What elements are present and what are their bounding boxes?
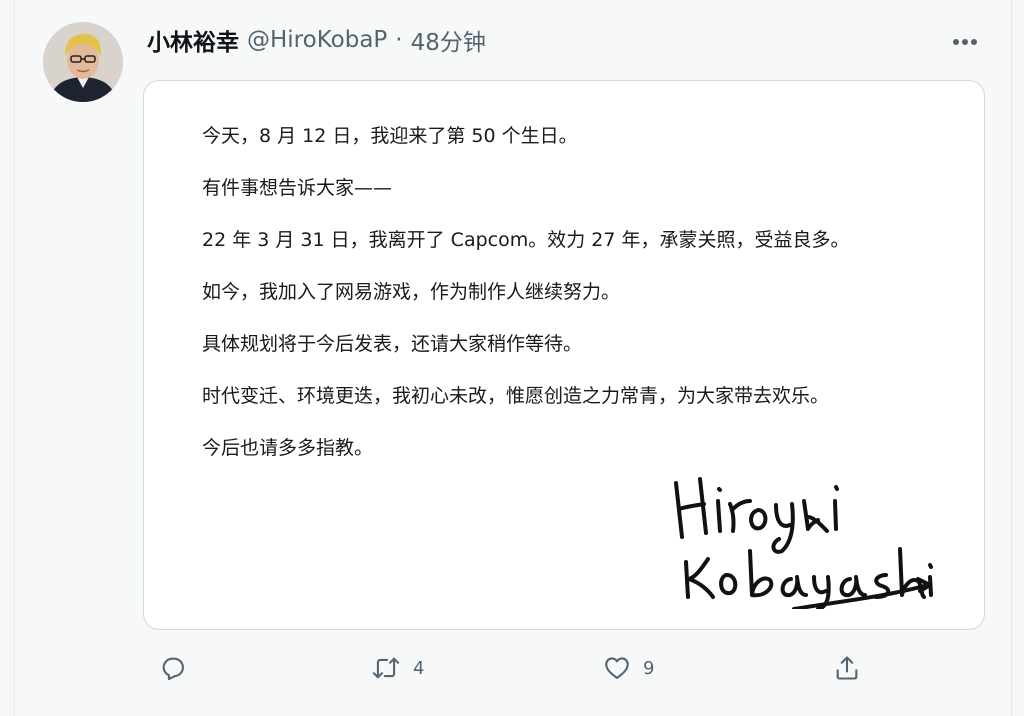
letter-line: 今后也请多多指教。 bbox=[202, 437, 374, 459]
like-count: 9 bbox=[643, 657, 655, 679]
retweet-count: 4 bbox=[413, 657, 425, 679]
separator-dot: · bbox=[395, 27, 403, 53]
retweet-icon bbox=[372, 657, 400, 679]
letter-text: 今天，8 月 12 日，我迎来了第 50 个生日。 有件事想告诉大家—— 22 … bbox=[202, 123, 962, 487]
letter-line: 时代变迁、环境更迭，我初心未改，惟愿创造之力常青，为大家带去欢乐。 bbox=[202, 385, 830, 407]
share-icon bbox=[836, 656, 858, 680]
reply-icon bbox=[162, 657, 184, 681]
avatar-image bbox=[43, 22, 123, 102]
tweet-header: 小林裕幸 @HiroKobaP · 48分钟 bbox=[147, 24, 486, 56]
letter-line: 今天，8 月 12 日，我迎来了第 50 个生日。 bbox=[202, 125, 578, 147]
avatar[interactable] bbox=[43, 22, 123, 102]
letter-line: 22 年 3 月 31 日，我离开了 Capcom。效力 27 年，承蒙关照，受… bbox=[202, 229, 850, 251]
tweet[interactable]: 小林裕幸 @HiroKobaP · 48分钟 今天，8 月 12 日，我迎来了第… bbox=[14, 0, 1012, 716]
heart-icon bbox=[605, 657, 629, 679]
letter-line: 具体规划将于今后发表，还请大家稍作等待。 bbox=[202, 333, 583, 355]
author-handle[interactable]: @HiroKobaP bbox=[247, 27, 387, 53]
letter-line: 有件事想告诉大家—— bbox=[202, 177, 393, 199]
tweet-actions-bar: 4 9 bbox=[143, 648, 983, 688]
more-options-button[interactable] bbox=[947, 28, 983, 56]
handwritten-signature bbox=[674, 477, 933, 609]
reply-button[interactable] bbox=[159, 648, 187, 688]
tweet-media-image[interactable]: 今天，8 月 12 日，我迎来了第 50 个生日。 有件事想告诉大家—— 22 … bbox=[143, 80, 985, 630]
share-button[interactable] bbox=[833, 648, 861, 688]
page: 小林裕幸 @HiroKobaP · 48分钟 今天，8 月 12 日，我迎来了第… bbox=[0, 0, 1024, 716]
letter-line: 如今，我加入了网易游戏，作为制作人继续努力。 bbox=[202, 281, 621, 303]
more-horizontal-icon bbox=[953, 39, 977, 45]
like-button[interactable]: 9 bbox=[603, 648, 654, 688]
retweet-button[interactable]: 4 bbox=[371, 648, 424, 688]
author-name[interactable]: 小林裕幸 bbox=[147, 23, 239, 57]
tweet-time[interactable]: 48分钟 bbox=[411, 23, 486, 57]
